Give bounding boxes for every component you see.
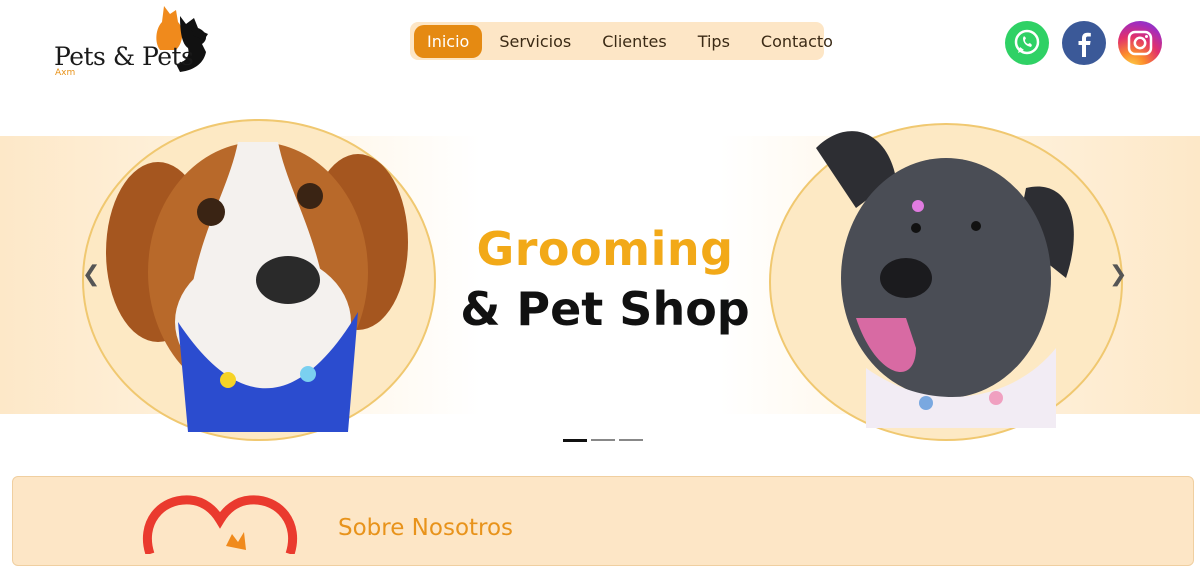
carousel-indicator-1[interactable] (563, 439, 587, 442)
facebook-link[interactable] (1062, 21, 1106, 65)
hero-title: Grooming (476, 222, 734, 276)
chevron-left-icon[interactable]: ❮ (82, 262, 100, 287)
site-header: Pets & Pets Axm Inicio Servicios Cliente… (0, 0, 1200, 100)
instagram-link[interactable] (1118, 21, 1162, 65)
nav-item-contacto[interactable]: Contacto (747, 26, 847, 57)
heart-logo-icon (142, 495, 298, 554)
carousel-indicator-3[interactable] (619, 439, 643, 441)
carousel-indicators (563, 439, 647, 442)
nav-item-inicio[interactable]: Inicio (414, 24, 483, 58)
whatsapp-link[interactable] (1005, 21, 1049, 65)
brand-logo[interactable]: Pets & Pets Axm (52, 2, 212, 82)
brand-name: Pets & Pets (54, 42, 194, 71)
chevron-right-icon[interactable]: ❯ (1109, 262, 1127, 287)
nav-item-clientes[interactable]: Clientes (588, 26, 681, 57)
hero-subtitle: & Pet Shop (460, 282, 750, 336)
brand-subtitle: Axm (55, 68, 76, 78)
gray-dog-image (769, 123, 1123, 441)
nav-item-servicios[interactable]: Servicios (485, 26, 585, 57)
carousel-indicator-2[interactable] (591, 439, 615, 441)
nav-item-tips[interactable]: Tips (684, 26, 744, 57)
instagram-icon (1127, 30, 1153, 56)
whatsapp-icon (1014, 29, 1040, 55)
facebook-icon (1078, 32, 1091, 57)
main-nav: Inicio Servicios Clientes Tips Contacto (410, 22, 833, 60)
about-title: Sobre Nosotros (338, 515, 514, 541)
beagle-dog-image (82, 119, 436, 441)
